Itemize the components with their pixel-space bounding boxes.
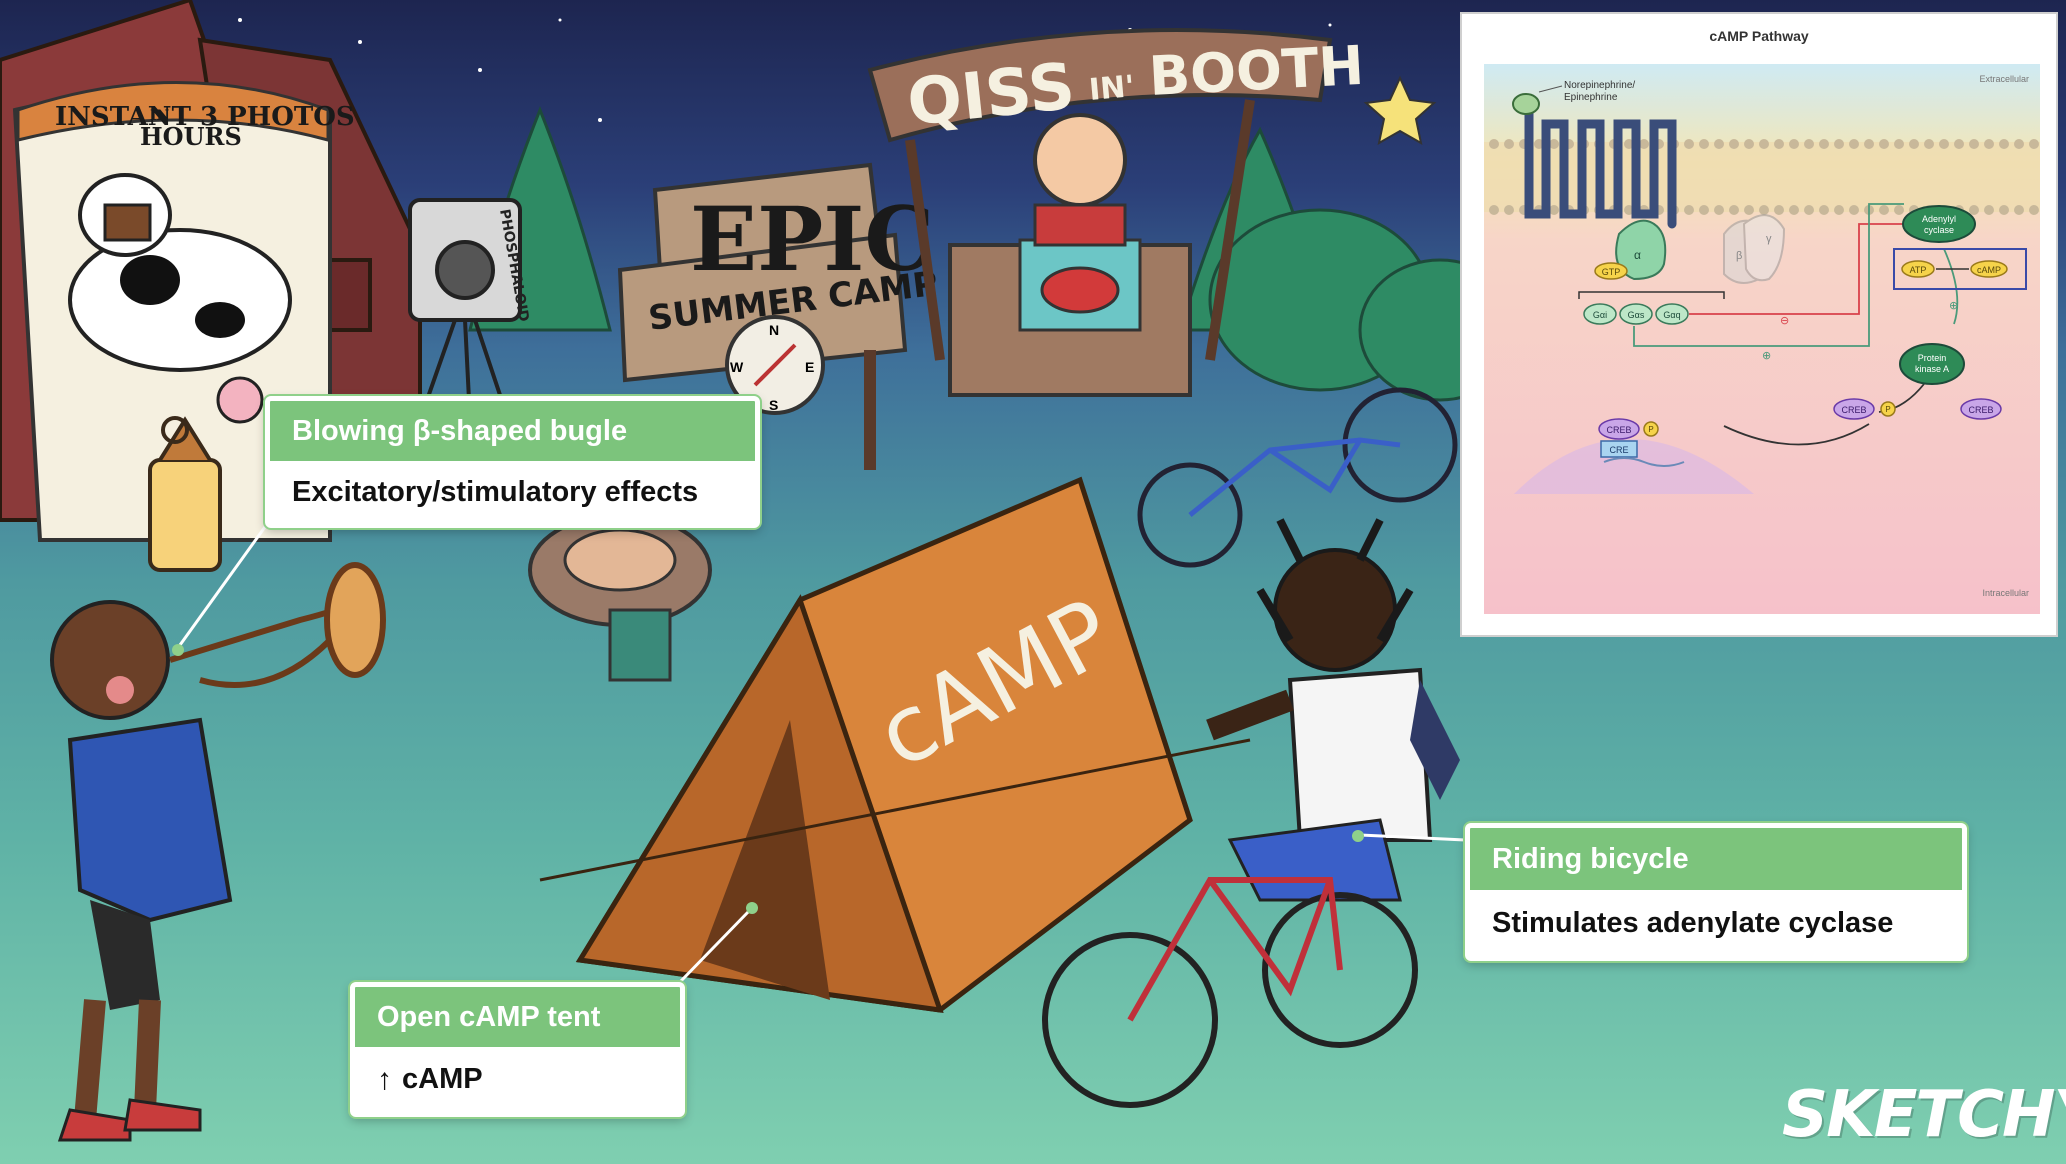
up-arrow-icon: ↑ xyxy=(377,1062,392,1096)
booth-sign-end: BOOTH xyxy=(1147,34,1365,108)
extracellular-label: Extracellular xyxy=(1979,74,2029,84)
minus-sign: ⊖ xyxy=(1780,315,1789,327)
phosphate-label: P xyxy=(1885,405,1890,414)
compass-s: S xyxy=(769,397,778,413)
alpha-label: α xyxy=(1634,248,1641,262)
gtp-label: GTP xyxy=(1602,267,1621,277)
callout-tent-title: Open cAMP tent xyxy=(355,987,680,1047)
g-protein-1: Gαs xyxy=(1628,310,1645,320)
creb-label-right: CREB xyxy=(1968,405,1993,415)
callout-bugle: Blowing β-shaped bugle Excitatory/stimul… xyxy=(265,396,760,528)
star-icon xyxy=(1363,75,1437,145)
cre-label: CRE xyxy=(1609,445,1628,455)
lips-icon xyxy=(1040,266,1120,314)
g-protein-2: Gαq xyxy=(1663,310,1680,320)
compass-n: N xyxy=(769,322,779,338)
ligand-icon xyxy=(1512,93,1540,115)
beta-gamma-icon xyxy=(1723,214,1786,284)
background-bicycle xyxy=(1137,387,1458,568)
camp-pathway-inset: cAMP Pathway Extracellular Intracellular xyxy=(1460,12,2058,637)
adenylyl-line1: Adenylyl xyxy=(1922,214,1956,224)
gpcr-receptor xyxy=(1524,97,1677,229)
brand-logo: SKETCHY xyxy=(1782,1078,2066,1152)
intracellular-label: Intracellular xyxy=(1982,588,2029,598)
sketch-scene: INSTANT 3 PHOTOS IN HOURS PHOSPHALOID EP… xyxy=(0,0,2066,1164)
callout-bugle-detail: Excitatory/stimulatory effects xyxy=(270,461,755,523)
camera-icon: PHOSPHALOID xyxy=(408,198,532,421)
kid-face xyxy=(1033,113,1127,207)
inner-tube-kid xyxy=(528,513,712,682)
booth-sign-small: IN' xyxy=(1088,69,1136,108)
g-protein-0: Gαi xyxy=(1593,310,1607,320)
pka-line2: kinase A xyxy=(1915,364,1949,374)
compass-w: W xyxy=(730,359,744,375)
bicycle-icon xyxy=(1042,877,1418,1108)
photo-sign-line2: HOURS xyxy=(140,122,242,151)
callout-bike: Riding bicycle Stimulates adenylate cycl… xyxy=(1465,823,1967,961)
pathway-diagram: Extracellular Intracellular Norepinephri… xyxy=(1484,64,2040,614)
bugle-boy xyxy=(50,562,386,1142)
creb-label-left: CREB xyxy=(1841,405,1866,415)
camp-label: cAMP xyxy=(1977,265,2001,275)
inset-title: cAMP Pathway xyxy=(1709,28,1809,44)
callout-tent: Open cAMP tent ↑ cAMP xyxy=(350,982,685,1117)
adenylyl-line2: cyclase xyxy=(1924,225,1954,235)
beta-label: β xyxy=(1736,250,1742,262)
gamma-label: γ xyxy=(1766,233,1772,245)
callout-bugle-title: Blowing β-shaped bugle xyxy=(270,401,755,461)
plus-sign-2: ⊕ xyxy=(1949,300,1958,312)
callout-bike-title: Riding bicycle xyxy=(1470,828,1962,890)
callout-tent-body: ↑ cAMP xyxy=(355,1047,680,1112)
creb-label-nucleus: CREB xyxy=(1606,425,1631,435)
phosphate-label-nucleus: P xyxy=(1648,425,1653,434)
ligand-line1: Norepinephrine/ xyxy=(1564,80,1635,91)
bugle-icon xyxy=(169,562,386,688)
compass-e: E xyxy=(805,359,814,375)
plus-sign-1: ⊕ xyxy=(1762,350,1771,362)
adenylyl-cyclase-icon xyxy=(1902,205,1976,243)
callout-tent-detail: cAMP xyxy=(402,1063,483,1095)
pka-line1: Protein xyxy=(1918,353,1947,363)
ligand-line2: Epinephrine xyxy=(1564,92,1618,103)
callout-bike-detail: Stimulates adenylate cyclase xyxy=(1470,890,1962,956)
atp-label: ATP xyxy=(1910,265,1927,275)
